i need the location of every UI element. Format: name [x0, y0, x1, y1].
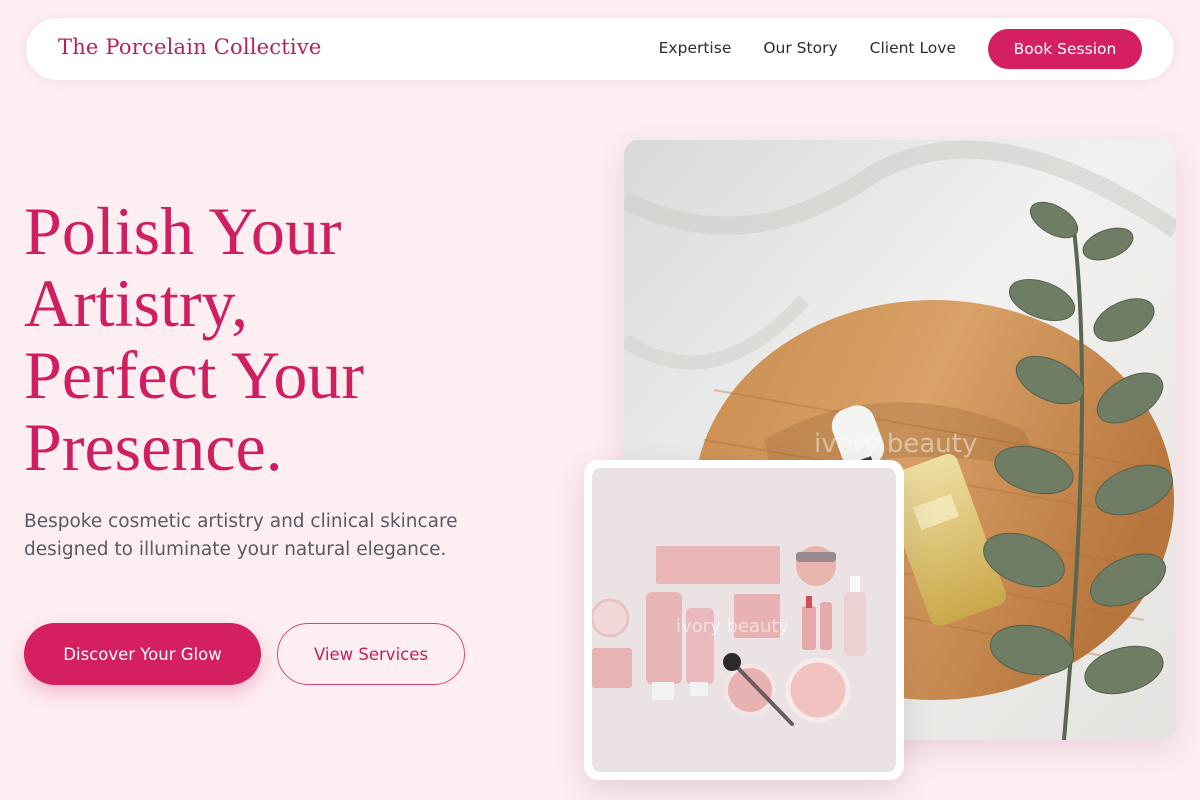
hero-title-line: Artistry, — [24, 265, 249, 341]
main-image-watermark: ivory beauty — [814, 429, 977, 459]
product-card-image: ivory beauty — [584, 460, 904, 780]
brand-logo[interactable]: The Porcelain Collective — [58, 35, 322, 59]
nav-link-client-love[interactable]: Client Love — [870, 39, 956, 57]
discover-your-glow-button[interactable]: Discover Your Glow — [24, 623, 261, 685]
card-image-watermark: ivory beauty — [676, 616, 789, 637]
navbar: The Porcelain Collective Expertise Our S… — [25, 17, 1175, 81]
nav-link-our-story[interactable]: Our Story — [763, 39, 837, 57]
book-session-button[interactable]: Book Session — [988, 29, 1142, 69]
hero-title: Polish Your Artistry, Perfect Your Prese… — [24, 195, 544, 483]
view-services-button[interactable]: View Services — [277, 623, 465, 685]
nav-link-expertise[interactable]: Expertise — [659, 39, 732, 57]
cosmetics-flatlay-image: ivory beauty — [592, 468, 896, 772]
nav-links: Expertise Our Story Client Love — [659, 39, 956, 57]
hero-title-line: Presence. — [24, 409, 283, 485]
hero-title-line: Perfect Your — [24, 337, 364, 413]
hero-subtitle: Bespoke cosmetic artistry and clinical s… — [24, 511, 458, 560]
hero-title-line: Polish Your — [24, 193, 342, 269]
